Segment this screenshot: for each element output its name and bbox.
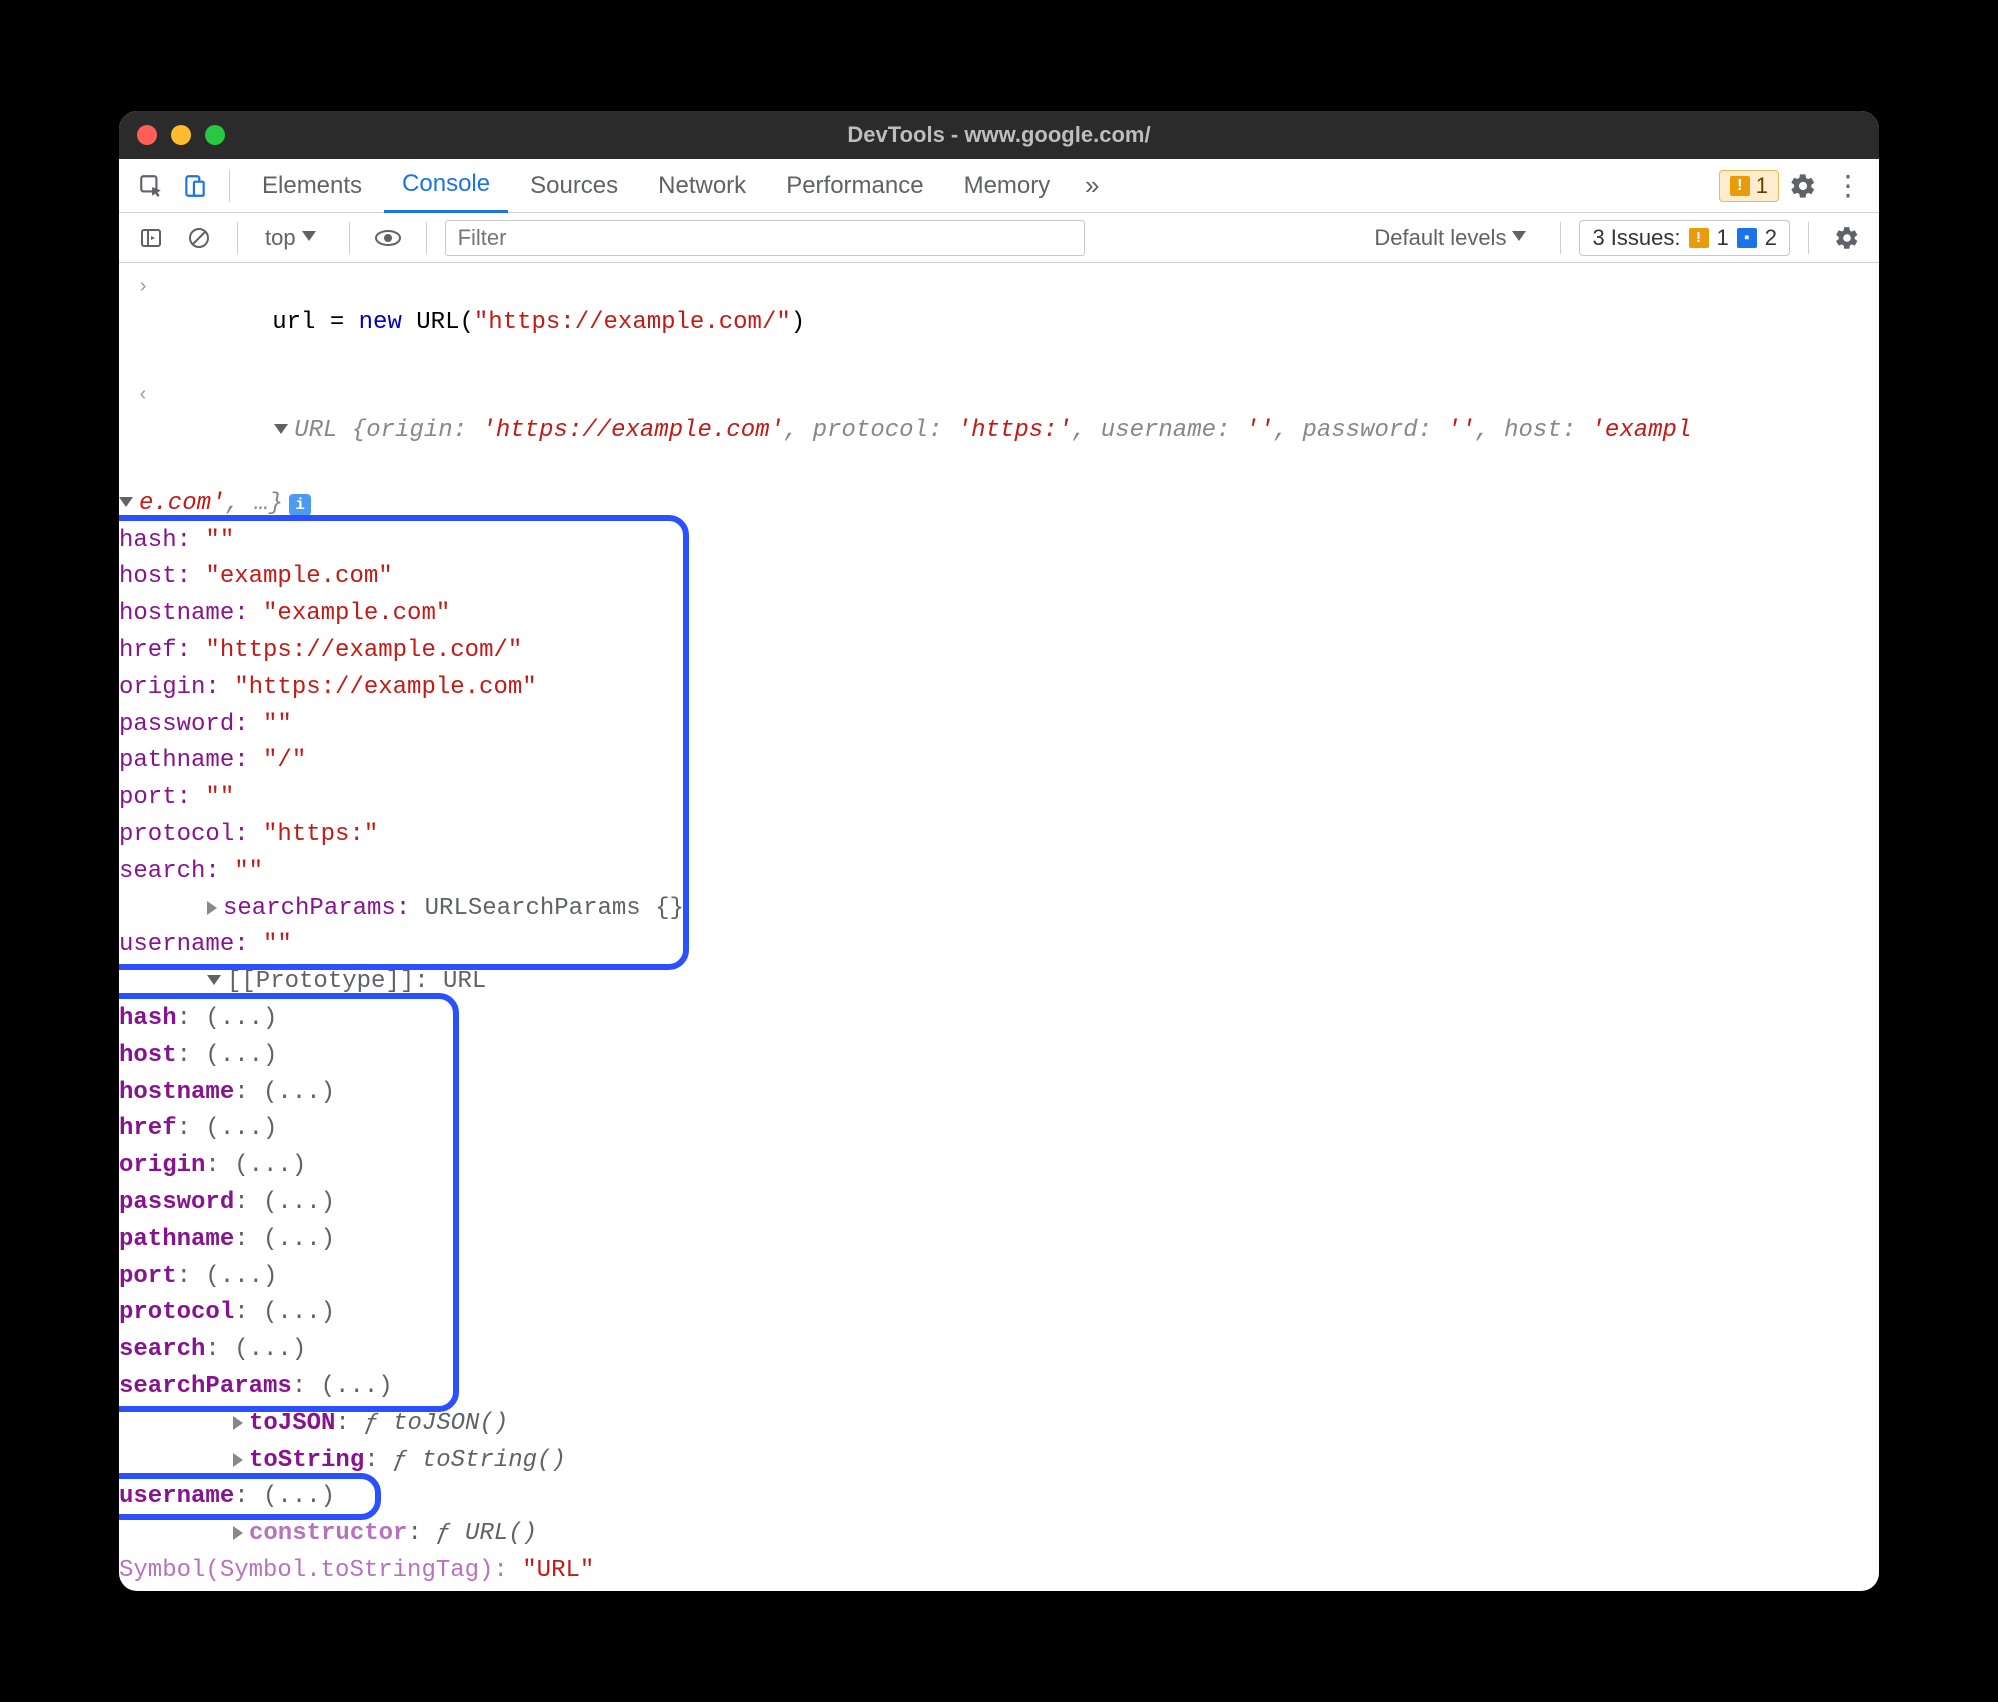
console-output: › url = new URL("https://example.com/") … [119, 263, 1879, 1591]
prompt-icon: › [129, 271, 157, 375]
prototype-row[interactable]: [[Prototype]]: URL [119, 964, 1879, 1001]
tab-elements[interactable]: Elements [244, 159, 380, 213]
console-output-row-wrap: e.com', …}i [119, 486, 1879, 523]
proto-hostname[interactable]: hostname: (...) [119, 1075, 1879, 1112]
prop-protocol[interactable]: protocol: "https:" [119, 817, 1879, 854]
prop-pathname[interactable]: pathname: "/" [119, 743, 1879, 780]
issues-info-count: 2 [1765, 225, 1777, 251]
issues-warn-count: 1 [1717, 225, 1729, 251]
inspect-element-icon[interactable] [131, 166, 171, 206]
result-icon: ‹ [129, 379, 157, 483]
console-toolbar: top Default levels 3 Issues: ! 1 ▪ 2 [119, 213, 1879, 263]
proto-symbol[interactable]: Symbol(Symbol.toStringTag): "URL" [119, 1553, 1879, 1590]
proto-port[interactable]: port: (...) [119, 1259, 1879, 1296]
tab-memory[interactable]: Memory [946, 159, 1069, 213]
warnings-badge[interactable]: !1 [1719, 170, 1779, 202]
window-title: DevTools - www.google.com/ [119, 122, 1879, 148]
expand-toggle-icon[interactable] [207, 975, 221, 985]
proto-username[interactable]: username: (...) [119, 1479, 1879, 1516]
expand-toggle-icon[interactable] [119, 497, 133, 507]
chevron-right-icon[interactable] [233, 1526, 243, 1540]
devtools-window: DevTools - www.google.com/ Elements Cons… [119, 111, 1879, 1591]
chevron-right-icon[interactable] [233, 1416, 243, 1430]
device-toolbar-icon[interactable] [175, 166, 215, 206]
proto-origin[interactable]: origin: (...) [119, 1148, 1879, 1185]
issues-label: 3 Issues: [1592, 225, 1680, 251]
console-settings-icon[interactable] [1827, 218, 1867, 258]
proto-searchparams[interactable]: searchParams: (...) [119, 1369, 1879, 1406]
gear-icon[interactable] [1783, 166, 1823, 206]
info-square-icon: ▪ [1737, 228, 1757, 248]
sidebar-toggle-icon[interactable] [131, 218, 171, 258]
proto-href[interactable]: href: (...) [119, 1111, 1879, 1148]
log-level-label: Default levels [1374, 225, 1506, 251]
proto-tojson[interactable]: toJSON: ƒ toJSON() [119, 1406, 1879, 1443]
prop-search[interactable]: search: "" [119, 854, 1879, 891]
live-expression-icon[interactable] [368, 218, 408, 258]
proto-constructor[interactable]: constructor: ƒ URL() [119, 1516, 1879, 1553]
prop-password[interactable]: password: "" [119, 707, 1879, 744]
console-output-row[interactable]: ‹ URL {origin: 'https://example.com', pr… [119, 377, 1879, 485]
proto-hash[interactable]: hash: (...) [119, 1001, 1879, 1038]
chevron-right-icon[interactable] [207, 901, 217, 915]
titlebar: DevTools - www.google.com/ [119, 111, 1879, 159]
more-tabs-icon[interactable]: » [1072, 166, 1112, 206]
prop-port[interactable]: port: "" [119, 780, 1879, 817]
tab-sources[interactable]: Sources [512, 159, 636, 213]
prop-username[interactable]: username: "" [119, 927, 1879, 964]
info-badge-icon[interactable]: i [289, 494, 311, 516]
tab-network[interactable]: Network [640, 159, 764, 213]
proto-protocol[interactable]: protocol: (...) [119, 1295, 1879, 1332]
log-level-selector[interactable]: Default levels [1364, 223, 1542, 253]
proto-search[interactable]: search: (...) [119, 1332, 1879, 1369]
filter-input[interactable] [445, 220, 1085, 256]
context-selector[interactable]: top [256, 222, 331, 254]
expand-toggle-icon[interactable] [274, 424, 288, 434]
prop-host[interactable]: host: "example.com" [119, 559, 1879, 596]
proto-host[interactable]: host: (...) [119, 1038, 1879, 1075]
chevron-right-icon[interactable] [233, 1453, 243, 1467]
proto-password[interactable]: password: (...) [119, 1185, 1879, 1222]
console-input-row[interactable]: › url = new URL("https://example.com/") [119, 269, 1879, 377]
clear-console-icon[interactable] [179, 218, 219, 258]
tab-console[interactable]: Console [384, 159, 508, 213]
warnings-count: 1 [1756, 173, 1768, 199]
issues-summary[interactable]: 3 Issues: ! 1 ▪ 2 [1579, 220, 1790, 256]
warning-square-icon: ! [1689, 228, 1709, 248]
kebab-menu-icon[interactable]: ⋮ [1827, 166, 1867, 206]
prop-href[interactable]: href: "https://example.com/" [119, 633, 1879, 670]
prop-searchparams[interactable]: searchParams: URLSearchParams {} [119, 891, 1879, 928]
tab-performance[interactable]: Performance [768, 159, 941, 213]
proto-pathname[interactable]: pathname: (...) [119, 1222, 1879, 1259]
prop-hash[interactable]: hash: "" [119, 523, 1879, 560]
context-value: top [265, 225, 296, 251]
prop-hostname[interactable]: hostname: "example.com" [119, 596, 1879, 633]
prop-origin[interactable]: origin: "https://example.com" [119, 670, 1879, 707]
panel-tabs: Elements Console Sources Network Perform… [119, 159, 1879, 213]
proto-tostring[interactable]: toString: ƒ toString() [119, 1443, 1879, 1480]
